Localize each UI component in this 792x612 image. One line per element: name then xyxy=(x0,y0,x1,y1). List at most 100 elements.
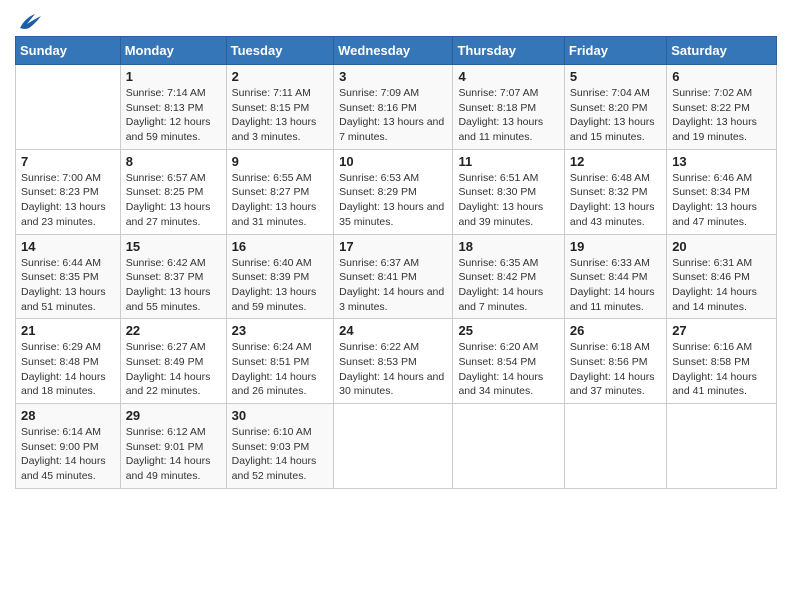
day-number: 5 xyxy=(570,69,661,84)
calendar-cell: 1 Sunrise: 7:14 AMSunset: 8:13 PMDayligh… xyxy=(120,65,226,150)
day-number: 27 xyxy=(672,323,771,338)
calendar-cell xyxy=(16,65,121,150)
day-info: Sunrise: 6:55 AMSunset: 8:27 PMDaylight:… xyxy=(232,171,329,230)
calendar-cell: 12 Sunrise: 6:48 AMSunset: 8:32 PMDaylig… xyxy=(564,149,666,234)
calendar-cell: 10 Sunrise: 6:53 AMSunset: 8:29 PMDaylig… xyxy=(334,149,453,234)
day-info: Sunrise: 6:20 AMSunset: 8:54 PMDaylight:… xyxy=(458,340,558,399)
calendar-cell xyxy=(564,404,666,489)
day-number: 9 xyxy=(232,154,329,169)
calendar-cell: 3 Sunrise: 7:09 AMSunset: 8:16 PMDayligh… xyxy=(334,65,453,150)
day-number: 1 xyxy=(126,69,221,84)
day-number: 14 xyxy=(21,239,115,254)
calendar-cell: 23 Sunrise: 6:24 AMSunset: 8:51 PMDaylig… xyxy=(226,319,334,404)
day-number: 6 xyxy=(672,69,771,84)
calendar-week-row: 1 Sunrise: 7:14 AMSunset: 8:13 PMDayligh… xyxy=(16,65,777,150)
day-info: Sunrise: 6:46 AMSunset: 8:34 PMDaylight:… xyxy=(672,171,771,230)
calendar-cell: 16 Sunrise: 6:40 AMSunset: 8:39 PMDaylig… xyxy=(226,234,334,319)
day-number: 17 xyxy=(339,239,447,254)
day-number: 3 xyxy=(339,69,447,84)
day-info: Sunrise: 7:11 AMSunset: 8:15 PMDaylight:… xyxy=(232,86,329,145)
calendar-cell: 26 Sunrise: 6:18 AMSunset: 8:56 PMDaylig… xyxy=(564,319,666,404)
calendar-cell xyxy=(334,404,453,489)
calendar-cell: 28 Sunrise: 6:14 AMSunset: 9:00 PMDaylig… xyxy=(16,404,121,489)
day-number: 30 xyxy=(232,408,329,423)
day-info: Sunrise: 7:09 AMSunset: 8:16 PMDaylight:… xyxy=(339,86,447,145)
calendar-cell: 2 Sunrise: 7:11 AMSunset: 8:15 PMDayligh… xyxy=(226,65,334,150)
day-info: Sunrise: 7:02 AMSunset: 8:22 PMDaylight:… xyxy=(672,86,771,145)
day-info: Sunrise: 6:24 AMSunset: 8:51 PMDaylight:… xyxy=(232,340,329,399)
day-number: 4 xyxy=(458,69,558,84)
day-info: Sunrise: 7:07 AMSunset: 8:18 PMDaylight:… xyxy=(458,86,558,145)
calendar-cell: 15 Sunrise: 6:42 AMSunset: 8:37 PMDaylig… xyxy=(120,234,226,319)
day-info: Sunrise: 6:57 AMSunset: 8:25 PMDaylight:… xyxy=(126,171,221,230)
logo xyxy=(15,10,49,32)
day-number: 22 xyxy=(126,323,221,338)
day-number: 13 xyxy=(672,154,771,169)
calendar-cell: 19 Sunrise: 6:33 AMSunset: 8:44 PMDaylig… xyxy=(564,234,666,319)
weekday-header: Sunday xyxy=(16,37,121,65)
day-info: Sunrise: 7:04 AMSunset: 8:20 PMDaylight:… xyxy=(570,86,661,145)
calendar-week-row: 28 Sunrise: 6:14 AMSunset: 9:00 PMDaylig… xyxy=(16,404,777,489)
day-info: Sunrise: 6:35 AMSunset: 8:42 PMDaylight:… xyxy=(458,256,558,315)
weekday-header-row: SundayMondayTuesdayWednesdayThursdayFrid… xyxy=(16,37,777,65)
day-info: Sunrise: 6:33 AMSunset: 8:44 PMDaylight:… xyxy=(570,256,661,315)
calendar-cell: 20 Sunrise: 6:31 AMSunset: 8:46 PMDaylig… xyxy=(667,234,777,319)
calendar-cell: 8 Sunrise: 6:57 AMSunset: 8:25 PMDayligh… xyxy=(120,149,226,234)
calendar-week-row: 21 Sunrise: 6:29 AMSunset: 8:48 PMDaylig… xyxy=(16,319,777,404)
calendar-cell: 25 Sunrise: 6:20 AMSunset: 8:54 PMDaylig… xyxy=(453,319,564,404)
day-number: 25 xyxy=(458,323,558,338)
calendar-cell: 29 Sunrise: 6:12 AMSunset: 9:01 PMDaylig… xyxy=(120,404,226,489)
calendar-cell: 11 Sunrise: 6:51 AMSunset: 8:30 PMDaylig… xyxy=(453,149,564,234)
day-info: Sunrise: 7:00 AMSunset: 8:23 PMDaylight:… xyxy=(21,171,115,230)
day-info: Sunrise: 6:10 AMSunset: 9:03 PMDaylight:… xyxy=(232,425,329,484)
day-info: Sunrise: 6:37 AMSunset: 8:41 PMDaylight:… xyxy=(339,256,447,315)
day-info: Sunrise: 6:16 AMSunset: 8:58 PMDaylight:… xyxy=(672,340,771,399)
weekday-header: Monday xyxy=(120,37,226,65)
day-number: 2 xyxy=(232,69,329,84)
day-info: Sunrise: 6:31 AMSunset: 8:46 PMDaylight:… xyxy=(672,256,771,315)
day-info: Sunrise: 6:53 AMSunset: 8:29 PMDaylight:… xyxy=(339,171,447,230)
calendar-cell xyxy=(667,404,777,489)
day-info: Sunrise: 7:14 AMSunset: 8:13 PMDaylight:… xyxy=(126,86,221,145)
day-number: 16 xyxy=(232,239,329,254)
day-number: 23 xyxy=(232,323,329,338)
calendar-cell: 13 Sunrise: 6:46 AMSunset: 8:34 PMDaylig… xyxy=(667,149,777,234)
calendar-cell: 14 Sunrise: 6:44 AMSunset: 8:35 PMDaylig… xyxy=(16,234,121,319)
day-info: Sunrise: 6:48 AMSunset: 8:32 PMDaylight:… xyxy=(570,171,661,230)
day-info: Sunrise: 6:27 AMSunset: 8:49 PMDaylight:… xyxy=(126,340,221,399)
day-info: Sunrise: 6:12 AMSunset: 9:01 PMDaylight:… xyxy=(126,425,221,484)
day-number: 26 xyxy=(570,323,661,338)
calendar-cell: 6 Sunrise: 7:02 AMSunset: 8:22 PMDayligh… xyxy=(667,65,777,150)
calendar-table: SundayMondayTuesdayWednesdayThursdayFrid… xyxy=(15,36,777,489)
day-number: 19 xyxy=(570,239,661,254)
day-number: 21 xyxy=(21,323,115,338)
day-number: 29 xyxy=(126,408,221,423)
day-info: Sunrise: 6:22 AMSunset: 8:53 PMDaylight:… xyxy=(339,340,447,399)
day-info: Sunrise: 6:44 AMSunset: 8:35 PMDaylight:… xyxy=(21,256,115,315)
day-number: 18 xyxy=(458,239,558,254)
day-info: Sunrise: 6:14 AMSunset: 9:00 PMDaylight:… xyxy=(21,425,115,484)
calendar-cell: 18 Sunrise: 6:35 AMSunset: 8:42 PMDaylig… xyxy=(453,234,564,319)
header xyxy=(15,10,777,32)
day-number: 28 xyxy=(21,408,115,423)
weekday-header: Thursday xyxy=(453,37,564,65)
day-number: 8 xyxy=(126,154,221,169)
day-number: 11 xyxy=(458,154,558,169)
day-number: 20 xyxy=(672,239,771,254)
day-info: Sunrise: 6:42 AMSunset: 8:37 PMDaylight:… xyxy=(126,256,221,315)
day-number: 10 xyxy=(339,154,447,169)
calendar-week-row: 7 Sunrise: 7:00 AMSunset: 8:23 PMDayligh… xyxy=(16,149,777,234)
calendar-cell: 4 Sunrise: 7:07 AMSunset: 8:18 PMDayligh… xyxy=(453,65,564,150)
calendar-cell: 22 Sunrise: 6:27 AMSunset: 8:49 PMDaylig… xyxy=(120,319,226,404)
weekday-header: Wednesday xyxy=(334,37,453,65)
day-info: Sunrise: 6:18 AMSunset: 8:56 PMDaylight:… xyxy=(570,340,661,399)
calendar-week-row: 14 Sunrise: 6:44 AMSunset: 8:35 PMDaylig… xyxy=(16,234,777,319)
day-info: Sunrise: 6:29 AMSunset: 8:48 PMDaylight:… xyxy=(21,340,115,399)
weekday-header: Tuesday xyxy=(226,37,334,65)
calendar-cell xyxy=(453,404,564,489)
logo-icon xyxy=(15,10,45,32)
calendar-cell: 7 Sunrise: 7:00 AMSunset: 8:23 PMDayligh… xyxy=(16,149,121,234)
calendar-cell: 5 Sunrise: 7:04 AMSunset: 8:20 PMDayligh… xyxy=(564,65,666,150)
calendar-cell: 17 Sunrise: 6:37 AMSunset: 8:41 PMDaylig… xyxy=(334,234,453,319)
calendar-cell: 27 Sunrise: 6:16 AMSunset: 8:58 PMDaylig… xyxy=(667,319,777,404)
